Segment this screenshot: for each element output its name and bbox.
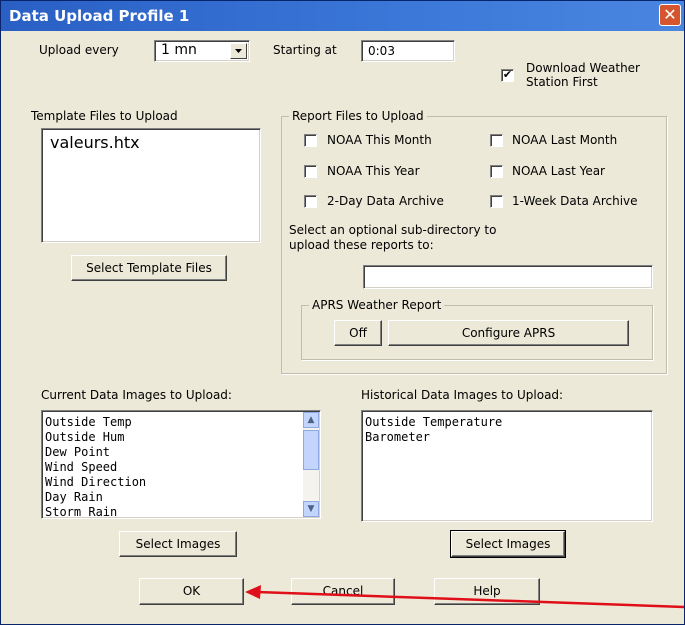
annotation-arrow-icon xyxy=(245,585,684,609)
dialog-window: Data Upload Profile 1 ✕ Upload every 1 m… xyxy=(0,0,685,625)
